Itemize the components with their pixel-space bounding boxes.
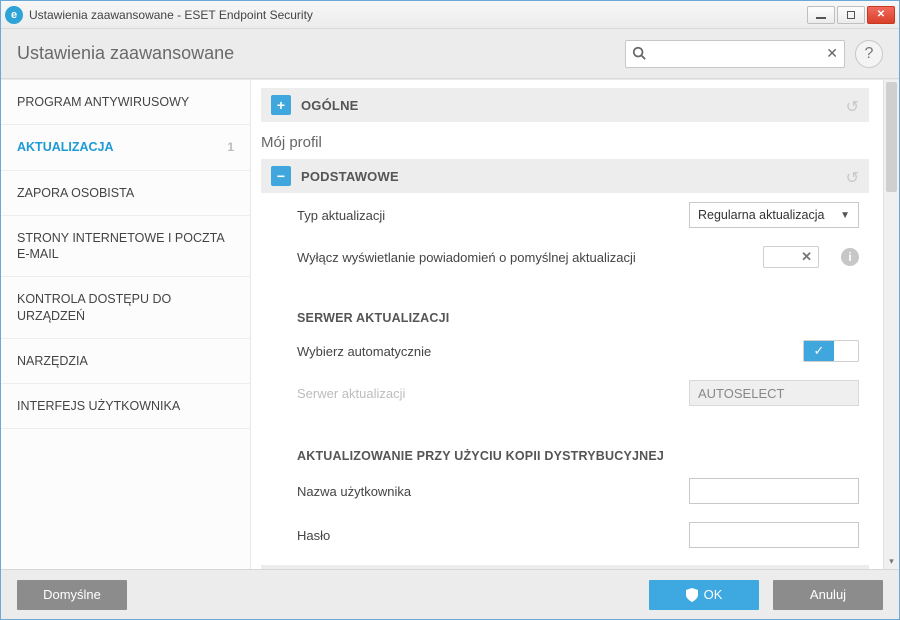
ok-button[interactable]: OK	[649, 580, 759, 610]
sidebar-item-tools[interactable]: NARZĘDZIA	[1, 339, 250, 384]
sidebar: PROGRAM ANTYWIRUSOWY AKTUALIZACJA 1 ZAPO…	[1, 80, 251, 569]
row-label: Hasło	[297, 528, 689, 543]
row-label: Wybierz automatycznie	[297, 344, 803, 359]
sidebar-item-firewall[interactable]: ZAPORA OSOBISTA	[1, 171, 250, 216]
subheader-update-server: SERWER AKTUALIZACJI	[261, 297, 869, 331]
sidebar-item-device-control[interactable]: KONTROLA DOSTĘPU DO URZĄDZEŃ	[1, 277, 250, 339]
cancel-button[interactable]: Anuluj	[773, 580, 883, 610]
sidebar-item-label: INTERFEJS UŻYTKOWNIKA	[17, 398, 180, 414]
minimize-button[interactable]	[807, 6, 835, 24]
row-label: Wyłącz wyświetlanie powiadomień o pomyśl…	[297, 250, 763, 265]
main-area: PROGRAM ANTYWIRUSOWY AKTUALIZACJA 1 ZAPO…	[1, 79, 899, 569]
section-general: OGÓLNE ↺	[261, 88, 869, 122]
sidebar-item-label: ZAPORA OSOBISTA	[17, 185, 134, 201]
sidebar-item-label: KONTROLA DOSTĘPU DO URZĄDZEŃ	[17, 291, 234, 324]
update-type-select[interactable]: Regularna aktualizacja ▼	[689, 202, 859, 228]
minimize-icon	[816, 17, 826, 19]
search-input[interactable]	[625, 40, 845, 68]
ok-button-label: OK	[704, 587, 723, 602]
auto-select-toggle[interactable]: ✓	[803, 340, 859, 362]
expand-icon[interactable]	[271, 95, 291, 115]
search-icon	[632, 46, 646, 63]
section-basic: PODSTAWOWE ↺ Typ aktualizacji Regularna …	[261, 159, 869, 557]
sidebar-item-ui[interactable]: INTERFEJS UŻYTKOWNIKA	[1, 384, 250, 429]
section-header-basic[interactable]: PODSTAWOWE ↺	[261, 159, 869, 193]
info-icon[interactable]: i	[841, 248, 859, 266]
sidebar-item-update[interactable]: AKTUALIZACJA 1	[1, 125, 250, 170]
section-header-update-mode[interactable]: TRYB AKTUALIZACJI ↺	[261, 565, 869, 569]
row-password: Hasło	[261, 513, 869, 557]
sidebar-item-label: AKTUALIZACJA	[17, 139, 114, 155]
password-input[interactable]	[689, 522, 859, 548]
reset-section-icon[interactable]: ↺	[846, 168, 859, 188]
search-field-wrap: ✕	[625, 40, 845, 68]
shield-icon	[686, 588, 698, 602]
subheader-distribution-copy: AKTUALIZOWANIE PRZY UŻYCIU KOPII DYSTRYB…	[261, 435, 869, 469]
section-title: OGÓLNE	[301, 98, 359, 113]
help-button[interactable]: ?	[855, 40, 883, 68]
select-value: Regularna aktualizacja	[698, 208, 824, 222]
toggle-on-indicator: ✓	[804, 341, 834, 361]
content-scroll[interactable]: OGÓLNE ↺ Mój profil PODSTAWOWE ↺ Typ akt…	[251, 80, 883, 569]
content-pane: OGÓLNE ↺ Mój profil PODSTAWOWE ↺ Typ akt…	[251, 80, 899, 569]
sidebar-item-label: PROGRAM ANTYWIRUSOWY	[17, 94, 189, 110]
scroll-down-arrow-icon[interactable]: ▾	[884, 553, 899, 569]
defaults-button[interactable]: Domyślne	[17, 580, 127, 610]
scrollbar-thumb[interactable]	[886, 82, 897, 192]
update-server-input	[689, 380, 859, 406]
close-icon: ✕	[877, 9, 885, 20]
sidebar-item-label: STRONY INTERNETOWE I POCZTA E-MAIL	[17, 230, 234, 263]
sidebar-item-antivirus[interactable]: PROGRAM ANTYWIRUSOWY	[1, 80, 250, 125]
row-label: Typ aktualizacji	[297, 208, 689, 223]
vertical-scrollbar[interactable]: ▾	[883, 80, 899, 569]
reset-section-icon[interactable]: ↺	[846, 97, 859, 117]
close-button[interactable]: ✕	[867, 6, 895, 24]
collapse-icon[interactable]	[271, 166, 291, 186]
row-auto-select: Wybierz automatycznie ✓	[261, 331, 869, 371]
sidebar-item-badge: 1	[227, 140, 234, 156]
app-logo-icon: e	[5, 6, 23, 24]
profile-heading: Mój profil	[261, 134, 869, 151]
app-window: e Ustawienia zaawansowane - ESET Endpoin…	[0, 0, 900, 620]
section-title: PODSTAWOWE	[301, 169, 399, 184]
spacer	[261, 277, 869, 297]
row-label: Serwer aktualizacji	[297, 386, 689, 401]
row-username: Nazwa użytkownika	[261, 469, 869, 513]
section-update-mode: TRYB AKTUALIZACJI ↺	[261, 565, 869, 569]
window-controls: ✕	[807, 6, 895, 24]
disable-notif-toggle[interactable]: ✕	[763, 246, 819, 268]
section-header-general[interactable]: OGÓLNE ↺	[261, 88, 869, 122]
row-update-type: Typ aktualizacji Regularna aktualizacja …	[261, 193, 869, 237]
page-title: Ustawienia zaawansowane	[17, 43, 615, 64]
maximize-icon	[847, 11, 855, 19]
username-input[interactable]	[689, 478, 859, 504]
row-disable-success-notif: Wyłącz wyświetlanie powiadomień o pomyśl…	[261, 237, 869, 277]
sidebar-item-web-email[interactable]: STRONY INTERNETOWE I POCZTA E-MAIL	[1, 216, 250, 278]
window-title: Ustawienia zaawansowane - ESET Endpoint …	[29, 8, 801, 22]
chevron-down-icon: ▼	[840, 210, 850, 221]
row-label: Nazwa użytkownika	[297, 484, 689, 499]
row-update-server: Serwer aktualizacji	[261, 371, 869, 415]
titlebar: e Ustawienia zaawansowane - ESET Endpoin…	[1, 1, 899, 29]
clear-search-icon[interactable]: ✕	[826, 45, 838, 62]
footer: Domyślne OK Anuluj	[1, 569, 899, 619]
maximize-button[interactable]	[837, 6, 865, 24]
sidebar-item-label: NARZĘDZIA	[17, 353, 88, 369]
header-bar: Ustawienia zaawansowane ✕ ?	[1, 29, 899, 79]
spacer	[261, 415, 869, 435]
